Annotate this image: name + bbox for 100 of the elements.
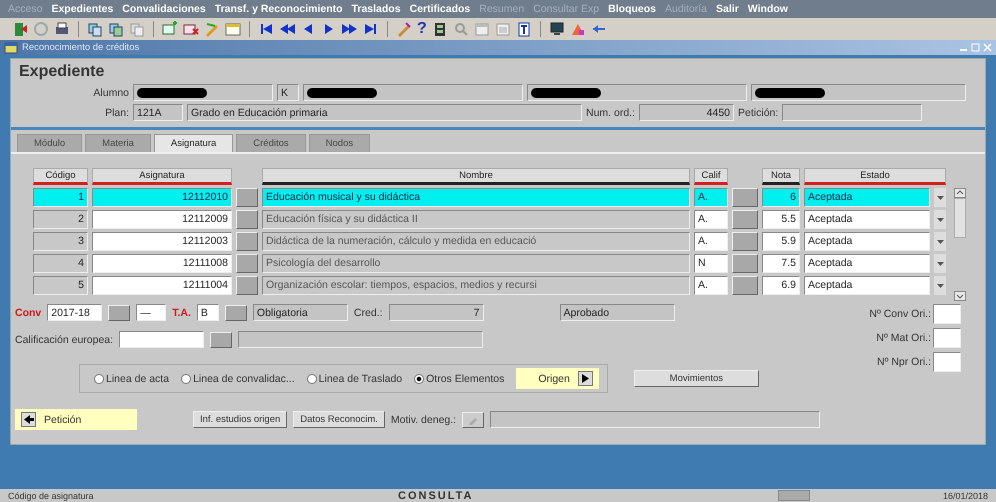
scroll-thumb[interactable] [954,198,966,238]
radio-label[interactable]: Linea de acta [106,372,170,384]
table-cell[interactable]: Aceptada [804,232,930,251]
dropdown-icon[interactable] [936,262,944,266]
printer-icon[interactable] [54,21,70,37]
list-button[interactable] [236,232,258,251]
input-field[interactable]: 4450 [639,104,734,121]
radio-label[interactable]: Linea de convalidac... [193,372,295,384]
input-field[interactable]: — [136,304,166,321]
list-button[interactable] [236,188,258,207]
table-cell[interactable]: 12112009 [92,210,232,229]
radio-button[interactable] [414,374,424,384]
input-field[interactable]: B [196,304,219,321]
list-button[interactable] [462,412,484,428]
input-field[interactable]: Obligatoria [252,304,348,321]
forward-icon[interactable] [342,21,358,37]
input-field[interactable] [933,328,961,348]
list-button[interactable] [732,232,758,251]
first-icon[interactable] [258,21,274,37]
table-cell[interactable]: 12111004 [92,276,232,295]
movements-button[interactable]: Movimientos [634,370,759,387]
input-field[interactable] [490,411,820,428]
origin-studies-button[interactable]: Inf. estudios origen [193,411,288,428]
table-cell[interactable]: N [694,254,728,273]
input-field[interactable] [782,104,922,121]
menu-item[interactable]: Window [748,3,788,15]
input-field[interactable] [933,352,961,372]
window-icon[interactable] [4,42,18,54]
menu-item[interactable]: Traslados [352,3,401,15]
table-cell[interactable]: 5.9 [762,232,800,251]
back-icon[interactable] [24,415,34,424]
input-field[interactable] [527,84,747,101]
play-icon[interactable] [582,374,589,383]
dropdown-icon[interactable] [936,196,944,200]
radio-button[interactable] [94,374,104,384]
table-cell[interactable]: Aceptada [804,210,930,229]
monitor-icon[interactable] [548,21,565,37]
menu-item[interactable]: Bloqueos [608,3,656,15]
input-field[interactable] [751,84,966,101]
input-field[interactable]: 2017-18 [47,304,102,321]
recognition-data-button[interactable]: Datos Reconocim. [293,411,385,428]
list-button[interactable] [236,276,258,295]
window-icon[interactable] [225,21,241,37]
radio-label[interactable]: Linea de Traslado [318,372,402,384]
arrow-button[interactable] [21,412,36,427]
table-cell[interactable]: 12112003 [92,232,232,251]
table-cell[interactable]: 7.5 [762,254,800,273]
tab[interactable]: Créditos [236,134,306,152]
menu-item[interactable]: Salir [716,3,739,15]
radio-button[interactable] [306,374,317,384]
table-cell[interactable]: Aceptada [804,276,930,295]
list-button[interactable] [236,210,258,229]
scrollbar[interactable] [954,188,966,301]
input-field[interactable] [303,84,523,101]
input-field[interactable]: 7 [388,304,484,321]
menu-item[interactable]: Convalidaciones [122,3,206,15]
table-cell[interactable]: A. [694,232,728,251]
dropdown-icon[interactable] [936,240,944,244]
help-icon[interactable]: ? [417,21,427,37]
input-field[interactable] [119,331,204,348]
copy-icon[interactable] [87,21,103,37]
scroll-up-icon[interactable] [954,188,966,198]
tab[interactable]: Asignatura [154,134,234,152]
tab[interactable]: Materia [85,134,151,152]
copy-icon[interactable] [108,21,124,37]
input-field[interactable]: Grado en Educación primaria [187,104,582,121]
table-cell[interactable]: A. [694,276,728,295]
tab[interactable]: Módulo [17,134,82,152]
table-cell[interactable]: 12112010 [92,188,232,207]
menu-item[interactable]: Transf. y Reconocimiento [214,3,343,15]
list-button[interactable] [224,304,247,320]
arrow-button[interactable] [578,371,593,386]
dropdown-icon[interactable] [936,284,944,288]
document-icon[interactable] [516,21,532,37]
input-field[interactable] [933,304,961,324]
radio-label[interactable]: Otros Elementos [426,372,504,384]
list-button[interactable] [732,188,758,207]
table-cell[interactable]: 12111008 [92,254,232,273]
rewind-icon[interactable] [279,21,295,37]
dropdown-icon[interactable] [936,218,944,222]
menu-item[interactable]: Expedientes [51,3,114,15]
radio-button[interactable] [181,374,192,384]
table-cell[interactable]: Aceptada [804,254,930,273]
input-field[interactable]: 121A [133,104,183,121]
table-cell[interactable]: A. [694,188,728,207]
list-button[interactable] [732,254,758,273]
input-field[interactable]: K [277,84,299,101]
list-button[interactable] [108,304,130,320]
input-field[interactable]: Aprobado [560,304,675,321]
table-cell[interactable]: A. [694,210,728,229]
input-field[interactable] [133,84,273,101]
list-button[interactable] [210,332,232,348]
table-cell[interactable]: 5.5 [762,210,800,229]
scroll-down-icon[interactable] [954,291,966,301]
table-cell[interactable]: Aceptada [804,188,930,207]
tab[interactable]: Nodos [308,134,370,152]
input-field[interactable] [238,331,484,348]
grid-plus-icon[interactable] [162,21,178,37]
table-cell[interactable]: 6 [762,188,800,207]
last-icon[interactable] [363,21,379,37]
